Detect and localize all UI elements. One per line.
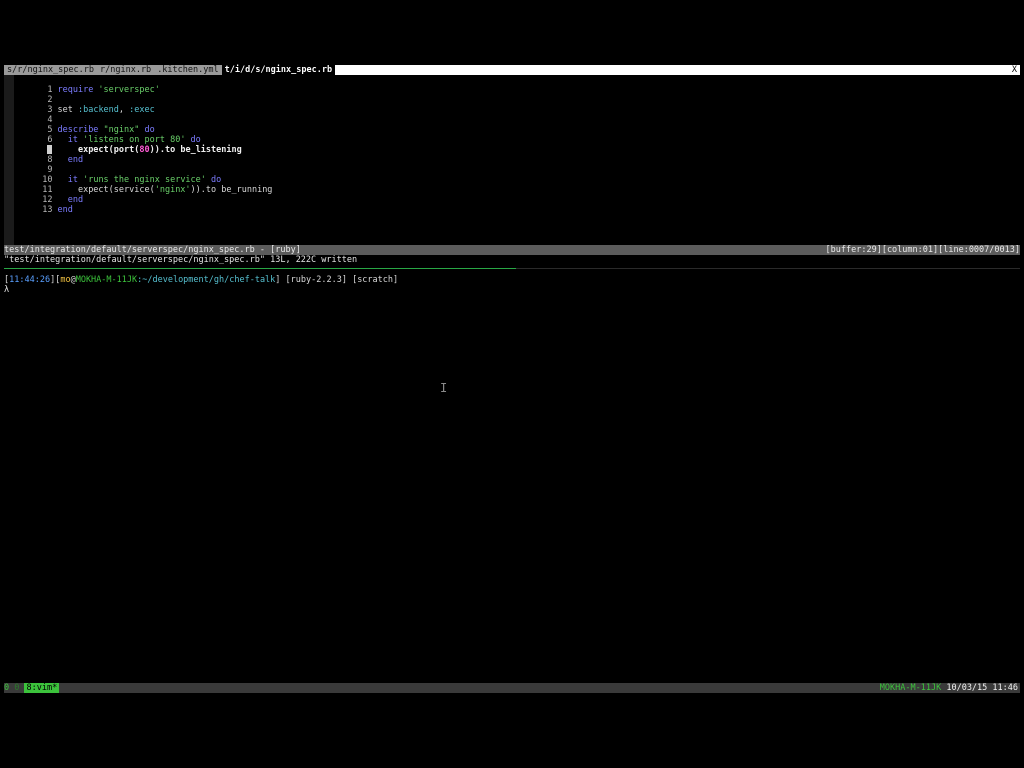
code-token: :exec	[129, 105, 155, 115]
code-line: 13 end	[18, 195, 73, 215]
ibeam-cursor-icon: I	[440, 381, 448, 395]
tmux-status-right: MOKHA-M-11JK 10/03/15 11:46	[880, 683, 1020, 693]
code-token: 'nginx'	[154, 185, 191, 195]
prompt-user: mo	[60, 275, 71, 285]
vim-tabline: s/r/nginx_spec.rb r/nginx.rb .kitchen.ym…	[4, 65, 1020, 75]
code-line: 1 require 'serverspec'	[18, 75, 159, 95]
code-token: )).to be_listening	[149, 145, 242, 155]
code-token: 80	[139, 145, 150, 155]
code-line: 3 set :backend, :exec	[18, 95, 154, 115]
pane-divider-active	[4, 268, 516, 269]
vim-command-line[interactable]: "test/integration/default/serverspec/ngi…	[4, 255, 357, 265]
tab-recipe-nginx[interactable]: r/nginx.rb	[97, 65, 155, 75]
code-line: 8 end	[18, 145, 83, 165]
code-line: 6 it 'listens on port 80' do	[18, 125, 200, 145]
tab-close-button[interactable]: X	[1009, 65, 1020, 75]
statusline-position: [buffer:29][column:01][line:0007/0013]	[825, 245, 1020, 255]
tab-kitchen-yml[interactable]: .kitchen.yml	[154, 65, 222, 75]
prompt-host: MOKHA-M-11JK	[75, 275, 138, 285]
shell-input-line[interactable]: λ	[4, 285, 9, 295]
code-token: end	[57, 155, 84, 165]
shell-prompt: [11:44:26][mo@MOKHA-M-11JK:~/development…	[4, 275, 398, 285]
code-token: 'serverspec'	[93, 85, 160, 95]
code-token: ,	[118, 105, 130, 115]
line-number: 13	[42, 205, 53, 215]
code-token: )).to be_running	[190, 185, 273, 195]
tab-integration-nginx-spec[interactable]: t/i/d/s/nginx_spec.rb	[221, 65, 336, 75]
vim-statusline: test/integration/default/serverspec/ngin…	[4, 245, 1020, 255]
code-line: 2	[18, 85, 57, 105]
current-code-line: 7 expect(port(80)).to be_listening	[18, 135, 242, 155]
prompt-time: 11:44:26	[9, 275, 51, 285]
code-line: 5 describe "nginx" do	[18, 115, 154, 135]
prompt-path: :~/development/gh/chef-talk	[137, 275, 276, 285]
prompt-bracket: ][	[50, 275, 61, 285]
tmux-status-bar: 0 0 8:vim* MOKHA-M-11JK 10/03/15 11:46	[4, 683, 1020, 693]
code-token: set	[57, 105, 78, 115]
tmux-window-active[interactable]: 8:vim*	[24, 683, 60, 693]
tmux-hostname: MOKHA-M-11JK	[879, 683, 942, 693]
code-line: 12 end	[18, 185, 83, 205]
tmux-window[interactable]: 0	[9, 683, 24, 693]
code-token: :backend	[77, 105, 119, 115]
code-editor[interactable]: 1 require 'serverspec' 2 3 set :backend, :…	[4, 75, 1020, 245]
code-line: 9	[18, 155, 57, 175]
prompt-ruby: [ruby-2.2.3]	[280, 275, 347, 285]
tab-server-nginx-spec[interactable]: s/r/nginx_spec.rb	[4, 65, 97, 75]
statusline-file: test/integration/default/serverspec/ngin…	[4, 245, 301, 255]
tmux-datetime: 10/03/15 11:46	[946, 683, 1018, 693]
code-line: 4	[18, 105, 57, 125]
code-line: 10 it 'runs the nginx service' do	[18, 165, 221, 185]
prompt-branch: [scratch]	[346, 275, 399, 285]
code-line: 11 expect(service('nginx')).to be_runnin…	[18, 175, 272, 195]
tabline-fill	[335, 65, 1009, 75]
code-token: end	[57, 205, 73, 215]
tmux-window-list: 0 0 8:vim*	[4, 683, 60, 693]
code-token: require	[57, 85, 94, 95]
